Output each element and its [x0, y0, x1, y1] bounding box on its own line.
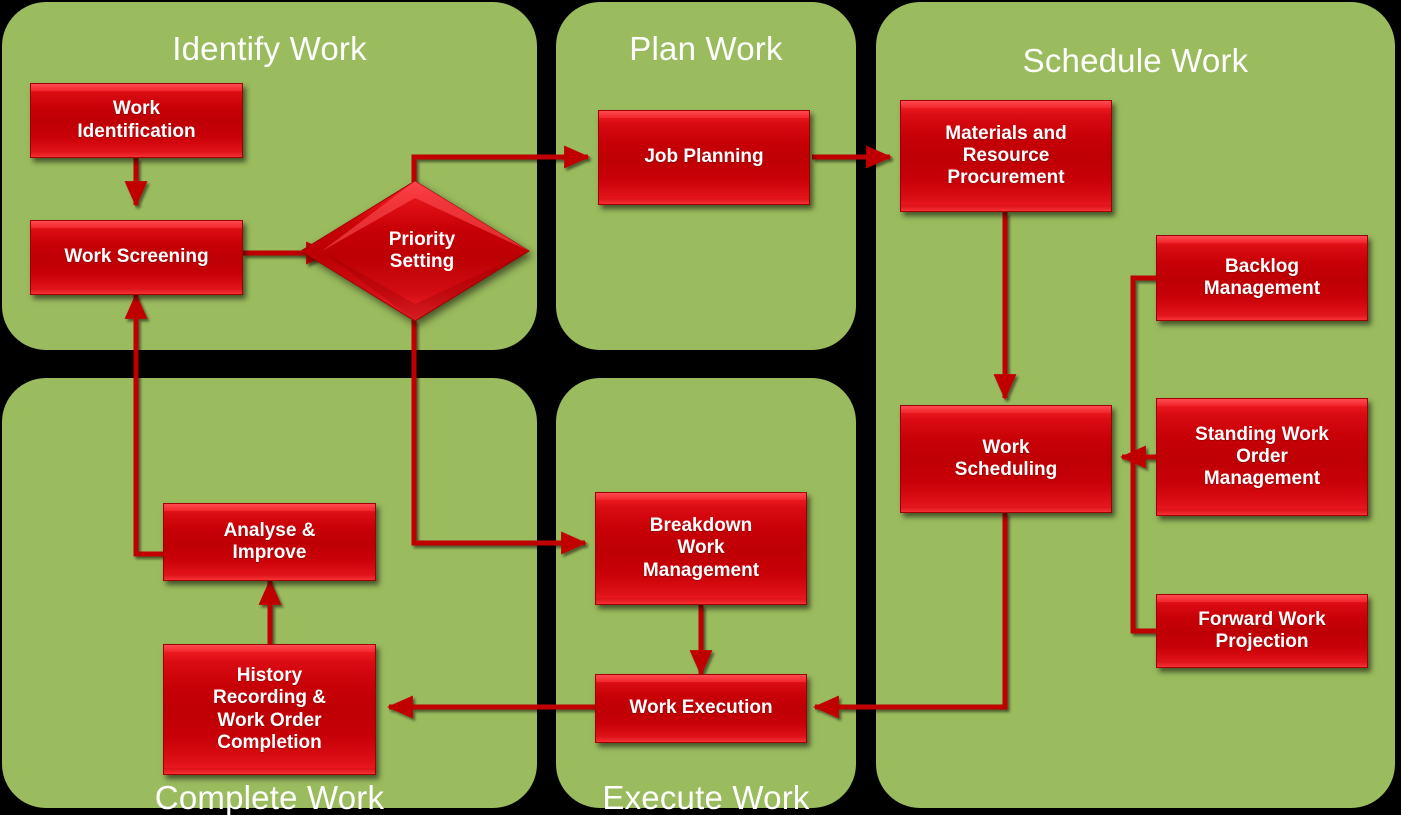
node-history-recording-work-order-completion[interactable]: History Recording & Work Order Completio…: [163, 644, 376, 775]
diamond-shape: [300, 180, 530, 322]
panel-title-plan-work: Plan Work: [629, 30, 783, 67]
panel-title-execute-work: Execute Work: [602, 779, 810, 815]
work-management-flow-diagram: Identify Work Plan Work Schedule Work Co…: [0, 0, 1401, 815]
node-label: Job Planning: [644, 146, 764, 168]
node-label: Analyse & Improve: [223, 519, 316, 563]
node-backlog-management[interactable]: Backlog Management: [1156, 235, 1368, 321]
node-forward-work-projection[interactable]: Forward Work Projection: [1156, 594, 1368, 668]
node-analyse-improve[interactable]: Analyse & Improve: [163, 503, 376, 581]
node-label: Work Execution: [629, 697, 773, 719]
node-breakdown-work-management[interactable]: Breakdown Work Management: [595, 492, 807, 605]
node-label: Standing Work Order Management: [1195, 423, 1329, 490]
node-standing-work-order-management[interactable]: Standing Work Order Management: [1156, 398, 1368, 516]
panel-title-identify-work: Identify Work: [172, 30, 367, 67]
node-work-identification[interactable]: Work Identification: [30, 83, 243, 158]
node-label: Work Screening: [64, 246, 209, 268]
node-work-scheduling[interactable]: Work Scheduling: [900, 405, 1112, 513]
node-label: Forward Work Projection: [1198, 608, 1326, 652]
node-label: Backlog Management: [1203, 255, 1321, 299]
node-job-planning[interactable]: Job Planning: [598, 110, 810, 205]
node-label: Breakdown Work Management: [642, 515, 760, 581]
node-label: History Recording & Work Order Completio…: [213, 665, 326, 753]
node-label: Work Identification: [77, 98, 196, 142]
node-label: Materials and Resource Procurement: [945, 122, 1067, 189]
node-work-screening[interactable]: Work Screening: [30, 220, 243, 295]
node-work-execution[interactable]: Work Execution: [595, 674, 807, 743]
node-materials-resource-procurement[interactable]: Materials and Resource Procurement: [900, 100, 1112, 212]
node-priority-setting[interactable]: Priority Setting: [300, 180, 530, 322]
panel-title-complete-work: Complete Work: [154, 779, 385, 815]
node-label: Work Scheduling: [954, 436, 1058, 480]
panel-title-schedule-work: Schedule Work: [1022, 42, 1249, 79]
